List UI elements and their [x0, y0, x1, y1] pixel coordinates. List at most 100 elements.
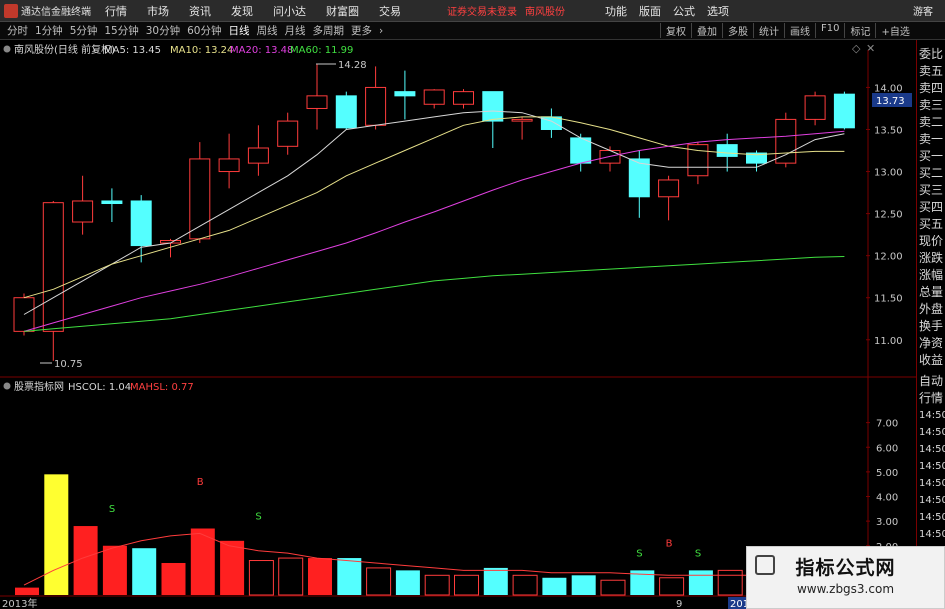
quote-field-label: 净资 — [919, 336, 944, 350]
quote-field-label: 买一 — [919, 149, 944, 163]
chevron-right-icon[interactable]: › — [379, 25, 383, 37]
candle-body — [365, 86, 387, 126]
quote-field-label: 买三 — [919, 183, 944, 197]
candle-body — [247, 147, 269, 164]
ma-line-ma60 — [23, 256, 845, 332]
period-15min[interactable]: 15分钟 — [104, 23, 138, 38]
quote-field-label: 卖五 — [919, 64, 944, 78]
price-tick-label: 13.50 — [874, 125, 903, 136]
menu-item-banmian[interactable]: 版面 — [639, 3, 661, 19]
menu-item-caifuquan[interactable]: 财富圈 — [326, 3, 359, 19]
indicator-bar — [248, 560, 274, 596]
chart-settings-icon[interactable] — [3, 45, 11, 53]
indicator-tick-label: 6.00 — [876, 443, 898, 454]
period-30min[interactable]: 30分钟 — [146, 23, 180, 38]
tool-zixuan[interactable]: +自选 — [875, 23, 914, 38]
menu-bar: 通达信金融终端 行情 市场 资讯 发现 问小达 财富圈 交易 证券交易未登录 南… — [0, 0, 945, 22]
buy-signal-label: B — [197, 477, 204, 488]
low-price-label: 10.75 — [54, 359, 83, 370]
guest-label[interactable]: 游客 — [913, 3, 933, 18]
sell-signal-label: S — [695, 549, 701, 560]
period-5min[interactable]: 5分钟 — [70, 23, 98, 38]
tick-time: 14:50 — [919, 427, 945, 438]
candle-body — [482, 91, 504, 122]
price-tick-label: 11.00 — [874, 336, 903, 347]
menu-item-gongneng[interactable]: 功能 — [605, 3, 627, 19]
period-daily[interactable]: 日线 — [229, 23, 250, 38]
menu-item-wenxiaoda[interactable]: 问小达 — [273, 3, 306, 19]
quote-field-label: 卖二 — [919, 115, 944, 129]
x-axis-start-label: 2013年 — [2, 597, 37, 609]
menu-item-gongshi[interactable]: 公式 — [673, 3, 695, 19]
chart-area[interactable]: 南风股份(日线 前复权) MA5: 13.45 MA10: 13.24 MA20… — [0, 40, 916, 609]
ma10-label: MA10: 13.24 — [170, 45, 233, 56]
quote-field-label: 卖四 — [919, 81, 944, 95]
buy-signal-label: B — [666, 539, 673, 550]
candle-body — [804, 95, 826, 120]
indicator-bar — [542, 577, 567, 595]
watermark: 指标公式网 www.zbgs3.com — [746, 546, 945, 609]
sell-signal-label: S — [255, 512, 261, 523]
tool-biaoji[interactable]: 标记 — [844, 23, 875, 38]
menu-item-hangqing[interactable]: 行情 — [105, 3, 127, 19]
period-multi[interactable]: 多周期 — [313, 23, 345, 38]
candle-body — [833, 93, 855, 129]
candle-body — [628, 158, 650, 198]
candle-body — [13, 297, 35, 332]
candle-body — [423, 89, 445, 105]
indicator-bar — [571, 575, 596, 595]
price-tick-label: 13.00 — [874, 168, 903, 179]
tool-diejia[interactable]: 叠加 — [691, 23, 722, 38]
quote-field-label: 收益 — [919, 353, 944, 367]
indicator-bar — [44, 474, 69, 595]
diamond-icon[interactable]: ◇ — [852, 42, 861, 55]
indicator-bar — [483, 567, 508, 595]
menu-item-shichang[interactable]: 市场 — [147, 3, 169, 19]
period-monthly[interactable]: 月线 — [285, 23, 306, 38]
tick-time: 14:50 — [919, 529, 945, 540]
watermark-title: 指标公式网 — [795, 557, 896, 579]
quote-field-label: 卖三 — [919, 98, 944, 112]
candle-body — [658, 179, 680, 198]
menu-item-faxian[interactable]: 发现 — [231, 3, 253, 19]
tick-time: 14:50 — [919, 410, 945, 421]
tool-fuquan[interactable]: 复权 — [660, 23, 691, 38]
price-tick-label: 11.50 — [874, 294, 903, 305]
indicator-tick-label: 3.00 — [876, 517, 898, 528]
watermark-url: www.zbgs3.com — [796, 582, 895, 596]
tool-duogu[interactable]: 多股 — [722, 23, 753, 38]
quote-field-label: 总量 — [919, 285, 944, 299]
indicator-bar — [395, 570, 420, 595]
tab-quotes[interactable]: 行情 — [917, 390, 945, 407]
period-1min[interactable]: 1分钟 — [35, 23, 63, 38]
period-fenshi[interactable]: 分时 — [7, 23, 28, 38]
tool-tongji[interactable]: 统计 — [753, 23, 784, 38]
period-weekly[interactable]: 周线 — [257, 23, 278, 38]
tool-huaxian[interactable]: 画线 — [784, 23, 815, 38]
indicator-bar — [220, 540, 245, 595]
tool-f10[interactable]: F10 — [815, 23, 844, 38]
quote-field-label: 买五 — [919, 217, 944, 231]
indicator-bar — [688, 570, 713, 595]
indicator-tick-label: 7.00 — [876, 419, 898, 430]
menu-item-xuanxiang[interactable]: 选项 — [707, 3, 729, 19]
menu-item-zixun[interactable]: 资讯 — [189, 3, 211, 19]
current-price-label: 13.73 — [876, 96, 905, 107]
tab-auto[interactable]: 自动 — [917, 373, 945, 390]
indicator-bar — [15, 587, 39, 595]
login-status[interactable]: 证券交易未登录 — [447, 3, 517, 18]
high-price-label: 14.28 — [338, 60, 367, 71]
ma60-label: MA60: 11.99 — [290, 45, 353, 56]
period-more[interactable]: 更多 — [351, 23, 372, 38]
x-axis-mid-label: 9 — [676, 599, 682, 609]
indicator-settings-icon[interactable] — [3, 382, 11, 390]
candle-body — [101, 200, 123, 205]
indicator-title: 股票指标网 — [14, 380, 64, 393]
menu-item-jiaoyi[interactable]: 交易 — [379, 3, 401, 19]
indicator-bar — [161, 562, 186, 595]
tick-time: 14:50 — [919, 512, 945, 523]
quote-field-label: 换手 — [919, 319, 944, 333]
indicator-bar — [132, 548, 157, 595]
close-icon[interactable]: ✕ — [866, 42, 875, 55]
period-60min[interactable]: 60分钟 — [187, 23, 221, 38]
